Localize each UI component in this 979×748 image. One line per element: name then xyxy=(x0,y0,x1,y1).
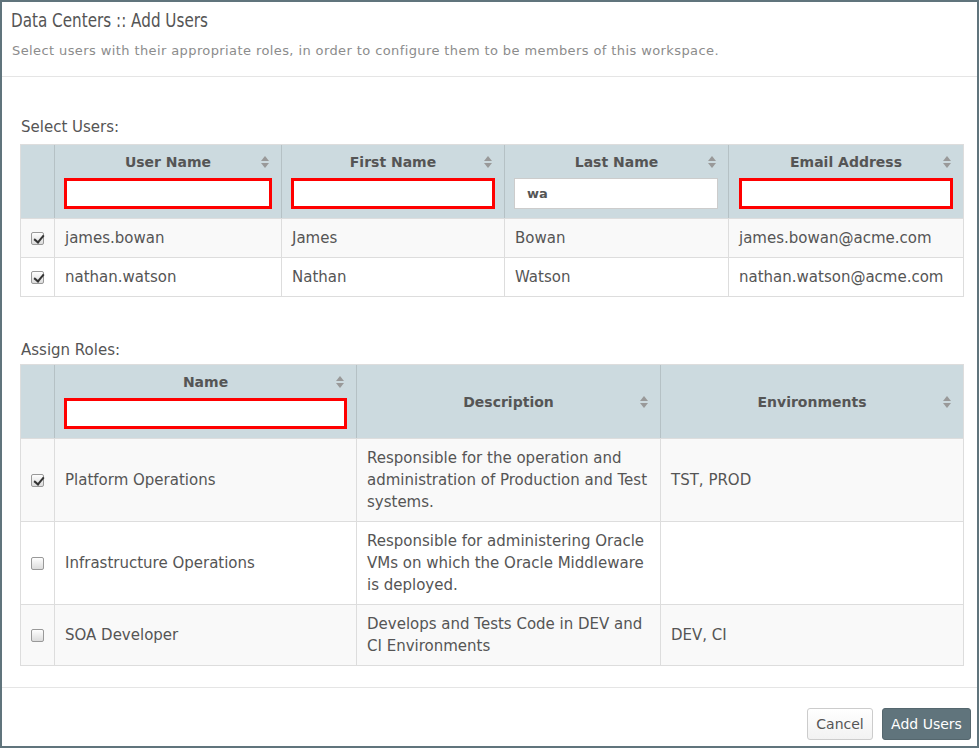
first-name-filter-input[interactable] xyxy=(291,178,495,209)
role-name-cell: Infrastructure Operations xyxy=(54,521,356,604)
first-name-cell: James xyxy=(281,218,504,257)
add-users-dialog: Data Centers :: Add Users Select users w… xyxy=(0,0,979,748)
role-environments-cell: DEV, CI xyxy=(660,604,963,665)
select-users-label: Select Users: xyxy=(21,118,964,136)
email-address-cell: nathan.watson@acme.com xyxy=(728,257,963,296)
role-name-column-header[interactable]: Name xyxy=(54,365,356,438)
cancel-button[interactable]: Cancel xyxy=(807,708,873,740)
role-environments-cell: TST, PROD xyxy=(660,438,963,521)
sort-icon[interactable] xyxy=(261,156,269,168)
first-name-cell: Nathan xyxy=(281,257,504,296)
role-description-cell: Responsible for the operation and admini… xyxy=(356,438,660,521)
users-table-header-row: User Name First Name Last Name Email Add… xyxy=(21,145,963,218)
sort-icon[interactable] xyxy=(708,156,716,168)
role-name-filter-input[interactable] xyxy=(64,398,347,429)
role-row-checkbox-cell xyxy=(21,604,54,665)
last-name-column-header[interactable]: Last Name xyxy=(504,145,728,218)
role-row-checkbox[interactable] xyxy=(31,474,44,487)
roles-table: Name Description Environments Platform O… xyxy=(20,364,964,666)
dialog-title: Data Centers :: Add Users xyxy=(11,8,208,32)
environments-column-header[interactable]: Environments xyxy=(660,365,963,438)
user-name-filter-input[interactable] xyxy=(64,178,272,209)
user-row: james.bowanJamesBowanjames.bowan@acme.co… xyxy=(21,218,963,257)
role-name-cell: Platform Operations xyxy=(54,438,356,521)
dialog-content: Select Users: User Name First Name xyxy=(20,118,964,666)
sort-icon[interactable] xyxy=(943,156,951,168)
user-name-column-label: User Name xyxy=(125,154,211,170)
role-row-checkbox[interactable] xyxy=(31,629,44,642)
user-name-cell: nathan.watson xyxy=(54,257,281,296)
role-row: Platform OperationsResponsible for the o… xyxy=(21,438,963,521)
assign-roles-label: Assign Roles: xyxy=(21,341,964,359)
user-name-cell: james.bowan xyxy=(54,218,281,257)
first-name-column-label: First Name xyxy=(350,154,436,170)
users-table: User Name First Name Last Name Email Add… xyxy=(20,144,964,297)
first-name-column-header[interactable]: First Name xyxy=(281,145,504,218)
last-name-cell: Watson xyxy=(504,257,728,296)
role-row-checkbox-cell xyxy=(21,438,54,521)
add-users-button[interactable]: Add Users xyxy=(882,708,971,740)
sort-icon[interactable] xyxy=(943,396,951,408)
role-description-cell: Develops and Tests Code in DEV and CI En… xyxy=(356,604,660,665)
email-address-column-header[interactable]: Email Address xyxy=(728,145,963,218)
roles-select-column-header xyxy=(21,365,54,438)
role-name-cell: SOA Developer xyxy=(54,604,356,665)
description-column-label: Description xyxy=(463,394,554,410)
role-description-cell: Responsible for administering Oracle VMs… xyxy=(356,521,660,604)
sort-icon[interactable] xyxy=(336,376,344,388)
user-row-checkbox-cell xyxy=(21,218,54,257)
user-name-column-header[interactable]: User Name xyxy=(54,145,281,218)
email-address-filter-input[interactable] xyxy=(739,178,953,209)
user-row-checkbox-cell xyxy=(21,257,54,296)
user-row: nathan.watsonNathanWatsonnathan.watson@a… xyxy=(21,257,963,296)
dialog-subtitle: Select users with their appropriate role… xyxy=(12,42,967,59)
email-address-cell: james.bowan@acme.com xyxy=(728,218,963,257)
role-environments-cell xyxy=(660,521,963,604)
dialog-footer: Cancel Add Users xyxy=(2,687,977,740)
user-row-checkbox[interactable] xyxy=(31,232,44,245)
user-row-checkbox[interactable] xyxy=(31,271,44,284)
role-row: SOA DeveloperDevelops and Tests Code in … xyxy=(21,604,963,665)
sort-icon[interactable] xyxy=(640,396,648,408)
description-column-header[interactable]: Description xyxy=(356,365,660,438)
last-name-column-label: Last Name xyxy=(575,154,659,170)
sort-icon[interactable] xyxy=(484,156,492,168)
last-name-filter-input[interactable] xyxy=(514,178,718,209)
users-select-column-header xyxy=(21,145,54,218)
environments-column-label: Environments xyxy=(757,394,866,410)
role-row-checkbox-cell xyxy=(21,521,54,604)
role-name-column-label: Name xyxy=(183,374,228,390)
roles-table-header-row: Name Description Environments xyxy=(21,365,963,438)
role-row: Infrastructure OperationsResponsible for… xyxy=(21,521,963,604)
role-row-checkbox[interactable] xyxy=(31,557,44,570)
dialog-header: Data Centers :: Add Users Select users w… xyxy=(2,2,977,77)
last-name-cell: Bowan xyxy=(504,218,728,257)
email-address-column-label: Email Address xyxy=(790,154,902,170)
